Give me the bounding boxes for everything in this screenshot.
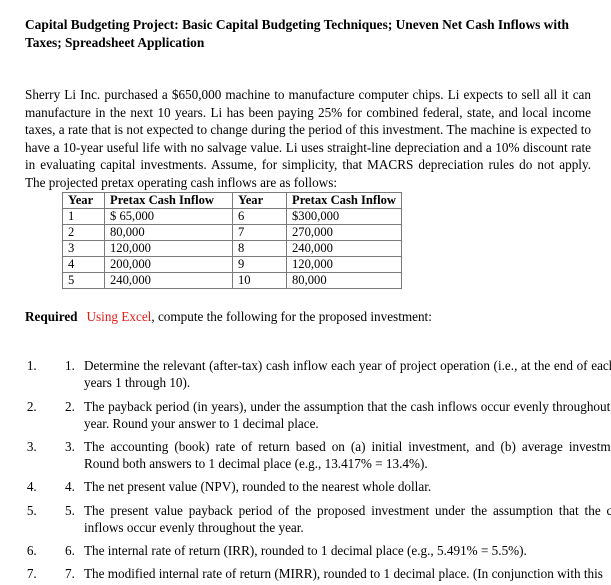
page-title: Capital Budgeting Project: Basic Capital… (25, 17, 569, 50)
cell-inflow: 240,000 (285, 240, 403, 257)
list-item-number: 2. (65, 398, 75, 414)
intro-paragraph: Sherry Li Inc. purchased a $650,000 mach… (25, 87, 591, 190)
list-item-number: 1. (65, 358, 75, 374)
list-item: 7. The modified internal rate of return … (40, 565, 611, 582)
list-item: 5. The present value payback period of t… (40, 502, 611, 536)
list-item: 3. The accounting (book) rate of return … (40, 438, 611, 472)
cell-inflow: $ 65,000 (104, 208, 233, 225)
list-item-text: Determine the relevant (after-tax) cash … (84, 358, 611, 391)
document-page: Capital Budgeting Project: Basic Capital… (0, 0, 611, 581)
list-item: 4. The net present value (NPV), rounded … (40, 478, 611, 495)
cell-year: 9 (232, 256, 287, 273)
cell-inflow: 80,000 (285, 272, 403, 289)
cell-year: 4 (62, 256, 105, 273)
cell-year: 6 (232, 208, 287, 225)
cell-inflow: 200,000 (104, 256, 233, 273)
cell-year: 1 (62, 208, 105, 225)
column-header-year-2: Year (232, 192, 287, 209)
cell-year: 8 (232, 240, 287, 257)
cell-year: 2 (62, 224, 105, 241)
cell-inflow: 270,000 (285, 224, 403, 241)
pretax-cash-inflow-table: Year Pretax Cash Inflow Year Pretax Cash… (62, 192, 403, 289)
list-item: 1. Determine the relevant (after-tax) ca… (40, 357, 611, 391)
list-item-number: 5. (65, 502, 75, 518)
required-rest: , compute the following for the proposed… (151, 309, 432, 324)
cell-inflow: 240,000 (104, 272, 233, 289)
list-item-text: The net present value (NPV), rounded to … (84, 479, 432, 495)
list-item: 6. The internal rate of return (IRR), ro… (40, 542, 611, 559)
column-header-inflow-1: Pretax Cash Inflow (104, 192, 233, 209)
table-row: 4 200,000 9 120,000 (62, 256, 403, 273)
list-item-text: The present value payback period of the … (84, 502, 611, 535)
table-row: 5 240,000 10 80,000 (62, 272, 403, 289)
list-item-number: 4. (65, 479, 75, 495)
cell-year: 5 (62, 272, 105, 289)
required-label: Required (25, 309, 78, 324)
cell-inflow: 80,000 (104, 224, 233, 241)
column-header-inflow-2: Pretax Cash Inflow (285, 192, 403, 209)
list-item-text: The payback period (in years), under the… (84, 398, 611, 431)
requirements-list: 1. Determine the relevant (after-tax) ca… (0, 357, 611, 585)
list-item: 2. The payback period (in years), under … (40, 398, 611, 432)
table-row: 1 $ 65,000 6 $300,000 (62, 208, 403, 225)
cell-year: 7 (232, 224, 287, 241)
required-line: Required Using Excel, compute the followi… (25, 308, 591, 325)
list-item-number: 3. (65, 439, 75, 454)
cell-year: 3 (62, 240, 105, 257)
cell-inflow: 120,000 (104, 240, 233, 257)
column-header-year-1: Year (62, 192, 105, 209)
table-header-row: Year Pretax Cash Inflow Year Pretax Cash… (62, 192, 403, 209)
list-item-number: 7. (65, 566, 75, 582)
using-excel-note: Using Excel (86, 309, 152, 324)
cell-inflow: 120,000 (285, 256, 403, 273)
list-item-text: The internal rate of return (IRR), round… (84, 543, 527, 559)
list-item-number: 6. (65, 543, 75, 559)
cell-inflow: $300,000 (285, 208, 403, 225)
cell-year: 10 (232, 272, 287, 289)
table-row: 3 120,000 8 240,000 (62, 240, 403, 257)
table-row: 2 80,000 7 270,000 (62, 224, 403, 241)
list-item-text: The modified internal rate of return (MI… (84, 566, 603, 582)
list-item-text: The accounting (book) rate of return bas… (84, 439, 611, 472)
